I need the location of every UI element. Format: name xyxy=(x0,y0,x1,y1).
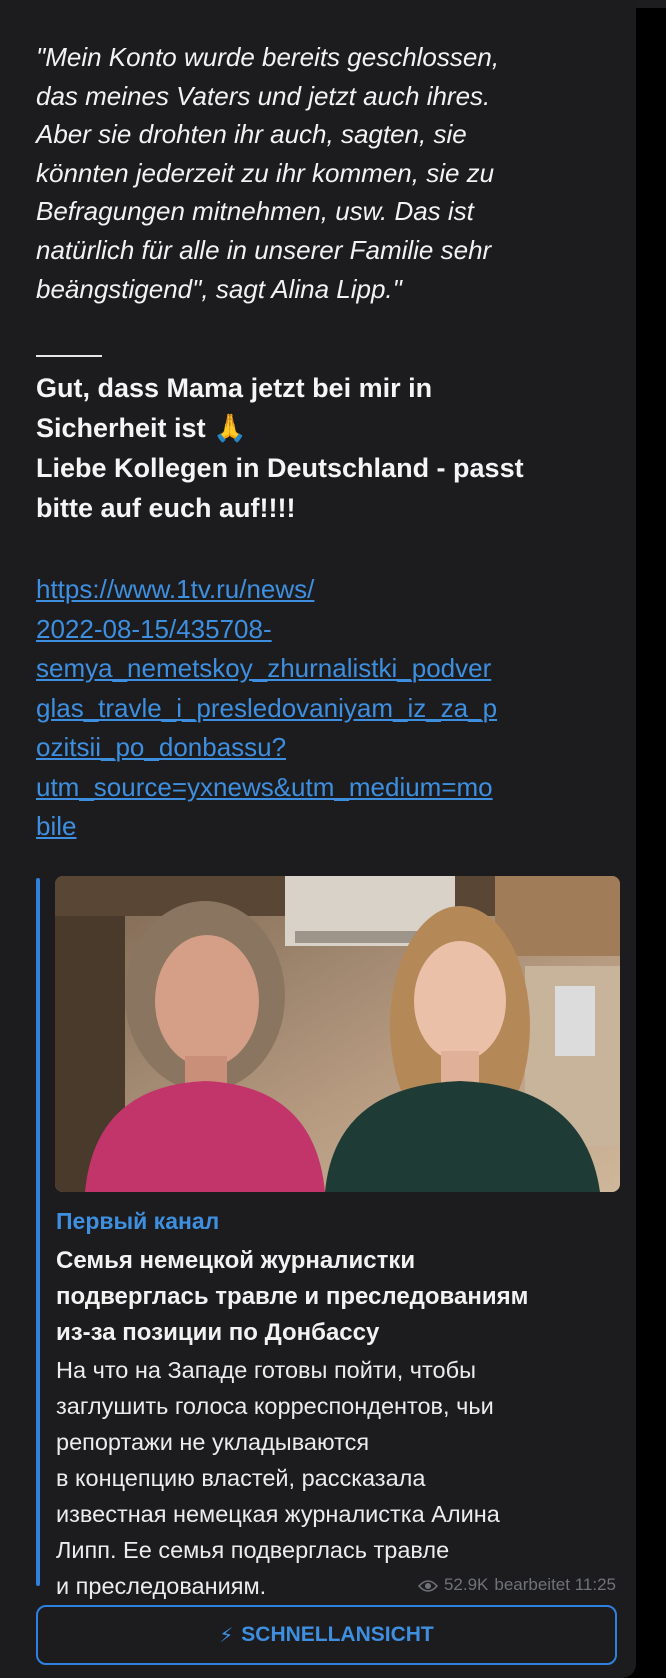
link-line[interactable]: https://www.1tv.ru/news/ xyxy=(36,574,314,604)
preview-description: На что на Западе готовы пойти, чтобы заг… xyxy=(56,1352,621,1604)
quote-line: Aber sie drohten ihr auch, sagten, sie xyxy=(36,119,467,150)
quote-line: Befragungen mitnehmen, usw. Das ist xyxy=(36,196,474,227)
quote-line: beängstigend", sagt Alina Lipp." xyxy=(36,273,402,304)
instant-view-button[interactable]: ⚡ SCHNELLANSICHT xyxy=(36,1605,617,1665)
link-line[interactable]: glas_travle_i_presledovaniyam_iz_za_p xyxy=(36,693,497,723)
eye-icon xyxy=(417,1578,439,1592)
message-line: Gut, dass Mama jetzt bei mir in xyxy=(36,373,433,403)
quote-line: könnten jederzeit zu ihr kommen, sie zu xyxy=(36,157,495,188)
link-preview-accent-bar xyxy=(36,878,40,1586)
link-line[interactable]: bile xyxy=(36,811,76,841)
praying-hands-icon: 🙏 xyxy=(213,413,247,443)
message-text: Gut, dass Mama jetzt bei mir in Sicherhe… xyxy=(36,368,616,528)
message-line: Liebe Kollegen in Deutschland - passt xyxy=(36,453,524,483)
preview-title-line: Семья немецкой журналистки xyxy=(56,1247,416,1274)
quote-line: natürlich für alle in unserer Familie se… xyxy=(36,234,492,265)
link-preview-image[interactable] xyxy=(55,876,620,1192)
link-line[interactable]: ozitsii_po_donbassu? xyxy=(36,732,286,762)
preview-title: Семья немецкой журналистки подверглась т… xyxy=(56,1243,621,1351)
link-line[interactable]: semya_nemetskoy_zhurnalistki_podver xyxy=(36,653,491,683)
preview-desc-line: в концепцию властей, рассказала xyxy=(56,1465,426,1491)
preview-site-name: Первый канал xyxy=(56,1208,220,1234)
message-line: Sicherheit ist xyxy=(36,413,206,443)
preview-desc-line: репортажи не укладываются xyxy=(56,1429,370,1455)
view-count: 52.9K xyxy=(443,1575,489,1594)
preview-desc-line: и преследованиям. xyxy=(56,1573,267,1599)
quote-text: "Mein Konto wurde bereits geschlossen, d… xyxy=(36,38,616,308)
preview-desc-line: заглушить голоса корреспондентов, чьи xyxy=(56,1393,494,1419)
link-line[interactable]: 2022-08-15/435708- xyxy=(36,614,272,644)
quote-line: "Mein Konto wurde bereits geschlossen, xyxy=(36,42,500,72)
preview-title-line: подверглась травле и преследованиям xyxy=(56,1283,529,1310)
link-line[interactable]: utm_source=yxnews&utm_medium=mo xyxy=(36,772,493,802)
preview-title-line: из-за позиции по Донбассу xyxy=(56,1319,380,1346)
separator-line xyxy=(36,355,102,357)
edited-timestamp: bearbeitet 11:25 xyxy=(494,1575,616,1594)
message-line: bitte auf euch auf!!!! xyxy=(36,493,296,523)
instant-view-label: SCHNELLANSICHT xyxy=(241,1623,434,1646)
quote-line: das meines Vaters und jetzt auch ihres. xyxy=(36,80,491,111)
article-link[interactable]: https://www.1tv.ru/news/ 2022-08-15/4357… xyxy=(36,570,616,847)
preview-desc-line: На что на Западе готовы пойти, чтобы xyxy=(56,1357,476,1383)
preview-desc-line: известная немецкая журналистка Алина xyxy=(56,1501,500,1527)
lightning-bolt-icon: ⚡ xyxy=(219,1624,234,1647)
preview-desc-line: Липп. Ее семья подверглась травле xyxy=(56,1537,450,1563)
preview-photo-illustration xyxy=(55,876,620,1192)
message-meta: 52.9K bearbeitet 11:25 xyxy=(417,1575,616,1595)
